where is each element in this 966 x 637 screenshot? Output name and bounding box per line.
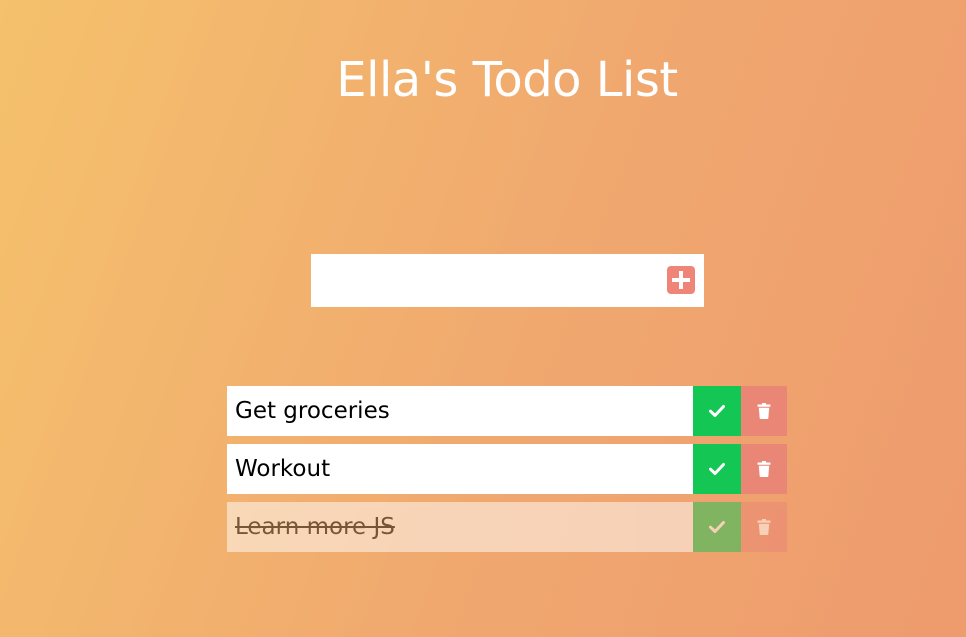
complete-button[interactable]: [693, 386, 741, 436]
complete-button[interactable]: [693, 444, 741, 494]
todo-text: Learn more JS: [227, 502, 693, 552]
check-icon: [709, 463, 725, 475]
todo-list: Get groceries Workout Learn more JS: [227, 386, 787, 560]
todo-text: Get groceries: [227, 386, 693, 436]
todo-text: Workout: [227, 444, 693, 494]
trash-icon: [757, 403, 771, 419]
check-icon: [709, 521, 725, 533]
plus-icon: [672, 271, 690, 289]
delete-button[interactable]: [741, 502, 787, 552]
trash-icon: [757, 519, 771, 535]
todo-item: Get groceries: [227, 386, 787, 436]
add-todo-form: [311, 254, 704, 307]
todo-item-completed: Learn more JS: [227, 502, 787, 552]
delete-button[interactable]: [741, 444, 787, 494]
todo-input[interactable]: [311, 254, 661, 307]
add-todo-button[interactable]: [667, 266, 695, 294]
complete-button[interactable]: [693, 502, 741, 552]
check-icon: [709, 405, 725, 417]
delete-button[interactable]: [741, 386, 787, 436]
page-title: Ella's Todo List: [336, 52, 678, 108]
trash-icon: [757, 461, 771, 477]
todo-item: Workout: [227, 444, 787, 494]
